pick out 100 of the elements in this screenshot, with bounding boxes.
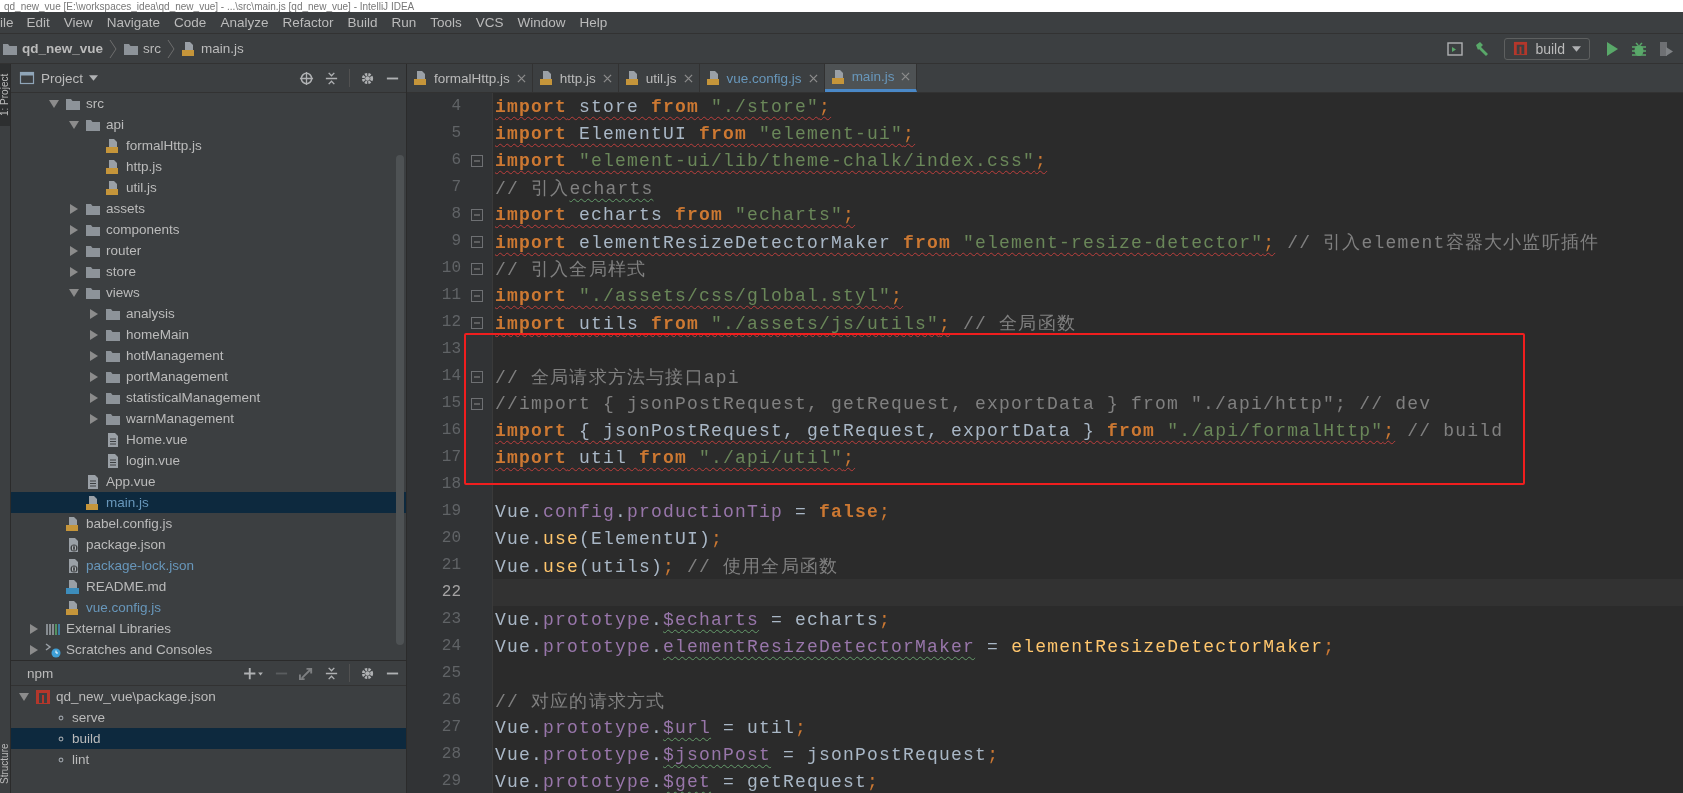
close-icon[interactable] (683, 73, 693, 83)
expand-arrow-icon[interactable] (89, 371, 99, 382)
menu-item[interactable]: Help (579, 14, 615, 31)
tree-item[interactable]: serve (11, 707, 406, 728)
close-icon[interactable] (602, 73, 612, 83)
code-line: // 对应的请求方式 (495, 690, 666, 713)
menu-item[interactable]: Build (347, 14, 385, 31)
tree-item[interactable]: warnManagement (11, 408, 406, 429)
menu-item[interactable]: VCS (475, 14, 511, 31)
expand-arrow-icon[interactable] (89, 350, 99, 361)
tree-item[interactable]: vue.config.js (11, 597, 406, 618)
expand-arrow-icon[interactable] (19, 691, 29, 702)
coverage-icon[interactable] (1657, 39, 1675, 58)
expand-arrow-icon[interactable] (69, 245, 79, 256)
refresh-icon[interactable] (299, 665, 314, 681)
menu-item[interactable]: Refactor (282, 14, 341, 31)
code-line: import util from "./api/util"; (495, 447, 856, 468)
tree-item[interactable]: api (11, 114, 406, 135)
menu-item[interactable]: Edit (26, 14, 57, 31)
editor-tab[interactable]: vue.config.js (699, 64, 825, 92)
add-icon[interactable] (243, 665, 264, 681)
tree-item[interactable]: build (11, 728, 406, 749)
collapse-all-icon[interactable] (324, 70, 339, 86)
expand-arrow-icon[interactable] (69, 119, 79, 130)
breadcrumb-item[interactable]: main.js (179, 38, 246, 59)
js-file-icon (65, 599, 81, 616)
breadcrumb-item[interactable]: src (121, 38, 164, 59)
collapse-all-icon[interactable] (324, 665, 339, 681)
tree-item[interactable]: analysis (11, 303, 406, 324)
tree-item[interactable]: Scratches and Consoles (11, 639, 406, 660)
code-line: Vue.use(utils); // 使用全局函数 (495, 555, 839, 578)
fold-icon[interactable] (471, 289, 483, 302)
tree-item[interactable]: hotManagement (11, 345, 406, 366)
fold-icon[interactable] (471, 397, 483, 410)
tree-item[interactable]: util.js (11, 177, 406, 198)
tree-item[interactable]: router (11, 240, 406, 261)
menu-item[interactable]: Tools (430, 14, 469, 31)
tree-item[interactable]: portManagement (11, 366, 406, 387)
expand-arrow-icon[interactable] (49, 98, 59, 109)
editor-tab[interactable]: util.js (618, 64, 700, 92)
fold-icon[interactable] (471, 370, 483, 383)
expand-arrow-icon[interactable] (29, 644, 39, 655)
panel-title: npm (27, 665, 54, 681)
expand-arrow-icon[interactable] (29, 623, 39, 634)
expand-arrow-icon[interactable] (89, 413, 99, 424)
expand-arrow-icon[interactable] (89, 329, 99, 340)
menu-item[interactable]: ile (0, 14, 21, 31)
tree-item[interactable]: App.vue (11, 471, 406, 492)
fold-icon[interactable] (471, 262, 483, 275)
tree-item[interactable]: README.md (11, 576, 406, 597)
settings-icon[interactable] (360, 665, 375, 681)
tree-item[interactable]: babel.config.js (11, 513, 406, 534)
fold-icon[interactable] (471, 154, 483, 167)
run-configuration-dropdown[interactable]: build (1504, 37, 1590, 60)
tree-item[interactable]: External Libraries (11, 618, 406, 639)
expand-arrow-icon[interactable] (69, 266, 79, 277)
breadcrumb-item[interactable]: qd_new_vue (0, 38, 106, 59)
tree-item[interactable]: login.vue (11, 450, 406, 471)
close-icon[interactable] (901, 72, 911, 81)
tree-item[interactable]: views (11, 282, 406, 303)
tree-item[interactable]: Home.vue (11, 429, 406, 450)
tree-item[interactable]: package.json (11, 534, 406, 555)
scrollbar[interactable] (396, 155, 404, 645)
terminal-icon[interactable] (1446, 39, 1465, 58)
tree-item[interactable]: main.js (11, 492, 406, 513)
settings-icon[interactable] (360, 70, 375, 86)
editor-tab[interactable]: http.js (532, 64, 619, 92)
tree-item[interactable]: store (11, 261, 406, 282)
menu-item[interactable]: View (63, 14, 100, 31)
expand-arrow-icon[interactable] (89, 308, 99, 319)
expand-arrow-icon[interactable] (69, 224, 79, 235)
tree-item[interactable]: qd_new_vue\package.json (11, 686, 406, 707)
tree-item[interactable]: formalHttp.js (11, 135, 406, 156)
npm-icon (35, 688, 51, 705)
tree-item[interactable]: http.js (11, 156, 406, 177)
close-icon[interactable] (808, 73, 818, 83)
tree-item[interactable]: components (11, 219, 406, 240)
tree-item[interactable]: homeMain (11, 324, 406, 345)
close-icon[interactable] (516, 73, 526, 83)
menu-item[interactable]: Window (517, 14, 573, 31)
bug-icon[interactable] (1630, 39, 1648, 58)
tree-item[interactable]: statisticalManagement (11, 387, 406, 408)
fold-icon[interactable] (471, 235, 483, 248)
tree-item[interactable]: assets (11, 198, 406, 219)
project-view-dropdown[interactable]: Project (19, 70, 99, 86)
menu-item[interactable]: Navigate (106, 14, 168, 31)
expand-arrow-icon[interactable] (69, 287, 79, 298)
tree-item[interactable]: lint (11, 749, 406, 770)
fold-icon[interactable] (471, 316, 483, 329)
locate-icon[interactable] (299, 70, 314, 86)
expand-arrow-icon[interactable] (89, 392, 99, 403)
menu-item[interactable]: Code (174, 14, 214, 31)
tree-item[interactable]: src (11, 93, 406, 114)
fold-icon[interactable] (471, 208, 483, 221)
menu-item[interactable]: Run (391, 14, 424, 31)
file-icon (105, 452, 121, 469)
menu-item[interactable]: Analyze (220, 14, 276, 31)
tree-item[interactable]: package-lock.json (11, 555, 406, 576)
expand-arrow-icon[interactable] (69, 203, 79, 214)
editor-tab[interactable]: formalHttp.js (407, 64, 533, 92)
